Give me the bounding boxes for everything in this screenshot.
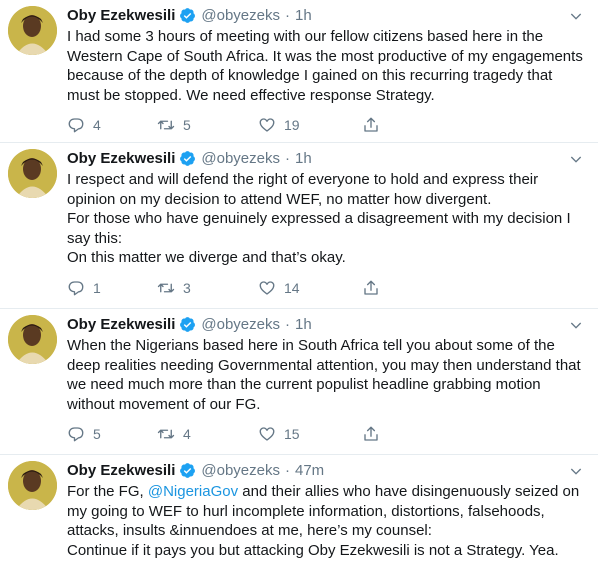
chevron-down-icon[interactable] [568, 151, 584, 167]
chevron-down-icon[interactable] [568, 317, 584, 333]
tweet-text-line: For those who have genuinely expressed a… [67, 210, 571, 247]
retweet-count: 3 [183, 279, 191, 296]
retweet-icon [157, 120, 175, 130]
author-handle[interactable]: @obyezeks [201, 462, 280, 479]
timestamp[interactable]: 47m [295, 462, 324, 479]
reply-count: 1 [93, 279, 101, 296]
avatar[interactable] [8, 6, 57, 55]
heart-icon [259, 280, 275, 295]
tweet-text-line: I respect and will defend the right of e… [67, 171, 539, 208]
reply-button[interactable]: 1 [67, 279, 157, 297]
like-button[interactable]: 15 [258, 425, 362, 443]
tweet[interactable]: Oby Ezekwesili @obyezeks · 1h I had some… [0, 0, 598, 143]
tweet-text: When the Nigerians based here in South A… [67, 336, 587, 414]
heart-icon [259, 118, 275, 132]
verified-badge-icon [180, 462, 196, 478]
tweet-header: Oby Ezekwesili @obyezeks · 1h [67, 147, 586, 169]
like-count: 15 [284, 426, 300, 442]
tweet-text: I respect and will defend the right of e… [67, 170, 587, 268]
author-handle[interactable]: @obyezeks [201, 7, 280, 24]
reply-count: 4 [93, 117, 101, 133]
reply-button[interactable]: 5 [67, 425, 157, 443]
avatar[interactable] [8, 149, 57, 198]
tweet-text-line: Continue if it pays you but attacking Ob… [67, 541, 559, 559]
like-button[interactable]: 19 [258, 116, 362, 134]
tweet-text-segment: For the FG, [67, 483, 148, 500]
tweet-header: Oby Ezekwesili @obyezeks · 47m [67, 459, 586, 481]
tweet-text: For the FG, @NigeriaGov and their allies… [67, 482, 587, 560]
verified-badge-icon [180, 150, 196, 166]
author-name[interactable]: Oby Ezekwesili [67, 316, 175, 333]
author-handle[interactable]: @obyezeks [201, 316, 280, 333]
tweet-feed: Oby Ezekwesili @obyezeks · 1h I had some… [0, 0, 598, 568]
share-icon [364, 117, 378, 132]
timestamp[interactable]: 1h [295, 316, 312, 333]
tweet-header: Oby Ezekwesili @obyezeks · 1h [67, 313, 586, 335]
retweet-count: 5 [183, 117, 191, 133]
retweet-button[interactable]: 4 [157, 425, 258, 443]
reply-icon [68, 427, 84, 442]
verified-badge-icon [180, 7, 196, 23]
like-count: 14 [284, 279, 300, 296]
like-count: 19 [284, 117, 300, 133]
tweet-header: Oby Ezekwesili @obyezeks · 1h [67, 4, 586, 26]
heart-icon [259, 427, 275, 441]
tweet-text-line: I had some 3 hours of meeting with our f… [67, 28, 583, 104]
retweet-button[interactable]: 5 [157, 116, 258, 134]
share-button[interactable] [362, 279, 392, 297]
tweet-actions: 5 4 15 [67, 423, 586, 445]
reply-count: 5 [93, 426, 101, 442]
timestamp[interactable]: 1h [295, 7, 312, 24]
tweet[interactable]: Oby Ezekwesili @obyezeks · 47m For the F… [0, 455, 598, 568]
tweet-text-line: When the Nigerians based here in South A… [67, 337, 581, 413]
author-name[interactable]: Oby Ezekwesili [67, 7, 175, 24]
avatar[interactable] [8, 461, 57, 510]
author-handle[interactable]: @obyezeks [201, 150, 280, 167]
reply-icon [68, 118, 84, 133]
reply-icon [68, 280, 84, 295]
separator-dot: · [285, 6, 290, 24]
retweet-count: 4 [183, 426, 191, 442]
avatar[interactable] [8, 315, 57, 364]
like-button[interactable]: 14 [258, 279, 362, 297]
retweet-icon [157, 283, 175, 292]
tweet-text-line: For the FG, @NigeriaGov and their allies… [67, 482, 587, 541]
author-name[interactable]: Oby Ezekwesili [67, 150, 175, 167]
share-icon [364, 426, 378, 441]
tweet[interactable]: Oby Ezekwesili @obyezeks · 1h I respect … [0, 143, 598, 309]
verified-badge-icon [180, 316, 196, 332]
separator-dot: · [285, 315, 290, 333]
author-name[interactable]: Oby Ezekwesili [67, 462, 175, 479]
chevron-down-icon[interactable] [568, 463, 584, 479]
tweet-text: I had some 3 hours of meeting with our f… [67, 27, 587, 105]
timestamp[interactable]: 1h [295, 150, 312, 167]
retweet-icon [157, 429, 175, 439]
share-button[interactable] [362, 116, 392, 134]
tweet[interactable]: Oby Ezekwesili @obyezeks · 1h When the N… [0, 309, 598, 455]
separator-dot: · [285, 461, 290, 479]
share-icon [364, 280, 378, 295]
mention-link[interactable]: @NigeriaGov [148, 483, 238, 500]
tweet-text-line: On this matter we diverge and that’s oka… [67, 249, 346, 266]
separator-dot: · [285, 149, 290, 167]
reply-button[interactable]: 4 [67, 116, 157, 134]
tweet-actions: 1 3 14 [67, 277, 586, 299]
share-button[interactable] [362, 425, 392, 443]
chevron-down-icon[interactable] [568, 8, 584, 24]
retweet-button[interactable]: 3 [157, 279, 258, 297]
tweet-actions: 4 5 19 [67, 114, 586, 136]
